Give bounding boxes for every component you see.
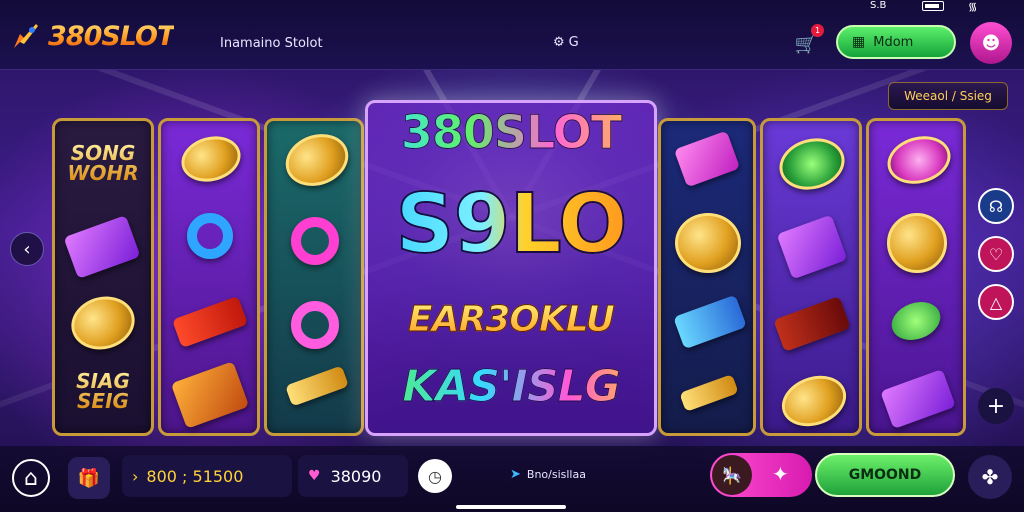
clock-icon: ◷	[428, 466, 442, 486]
featured-banner[interactable]: 380SLOT S9LO EAR3OKLU KAS'ISLG	[365, 100, 657, 436]
site-name: Inamaino Stolot	[220, 36, 323, 51]
home-icon: ⌂	[24, 465, 38, 491]
star-icon: ✦	[772, 462, 789, 486]
balance-value: 800 ; 51500	[146, 466, 244, 486]
symbol-pink-coin	[882, 129, 956, 191]
bottom-message: ➤ Bno/sisllaa	[510, 467, 586, 482]
symbol-pink-ring	[291, 301, 339, 349]
reel-3	[264, 118, 364, 436]
symbol-blue-bar	[673, 294, 747, 350]
alert-button[interactable]: △	[978, 284, 1014, 320]
chevron-right-icon: ›	[132, 466, 139, 486]
battery-icon	[922, 1, 944, 11]
symbol-green-ball	[886, 295, 946, 347]
bet-display[interactable]: ♥ 38090	[298, 455, 408, 497]
add-button[interactable]: +	[978, 388, 1014, 424]
top-bar: 380SLOT Inamaino Stolot ⚙ G S.B ᯾ 🛒 1 ▦ …	[0, 0, 1024, 70]
symbol-blue-ring	[187, 213, 233, 259]
prev-arrow-button[interactable]: ‹	[10, 232, 44, 266]
symbol-gold-bar	[285, 365, 349, 407]
support-button[interactable]: ☊	[978, 188, 1014, 224]
reel-word-bottom: SIAG SEIG	[59, 371, 147, 411]
symbol-coin	[675, 213, 741, 273]
pin-icon: ♥	[308, 468, 321, 484]
favorites-button[interactable]: ♡	[978, 236, 1014, 272]
warning-icon: △	[989, 292, 1003, 312]
promo-banner[interactable]: Weeaol / Ssieg	[888, 82, 1008, 110]
history-button[interactable]: ◷	[418, 459, 452, 493]
home-indicator	[456, 505, 566, 509]
symbol-orange-box	[170, 361, 250, 429]
reel-word-top: SONG WOHR	[59, 143, 147, 183]
plus-icon: +	[986, 393, 1006, 419]
symbol-coin	[774, 367, 854, 435]
symbol-coin	[278, 125, 356, 195]
symbol-coin	[176, 129, 246, 189]
symbol-purple-box	[880, 368, 956, 430]
banner-tagline: KAS'ISLG	[368, 361, 654, 413]
mission-button[interactable]: ▦ Mdom	[836, 25, 956, 59]
bottom-message-text: Bno/sisllaa	[526, 468, 586, 481]
headset-icon: ☊	[988, 196, 1004, 216]
wifi-icon: ᯾	[968, 0, 978, 13]
symbol-purple-box	[63, 215, 141, 279]
gift-icon: 🎁	[77, 467, 101, 489]
mission-label: Mdom	[873, 34, 914, 50]
home-button[interactable]: ⌂	[12, 459, 50, 497]
banner-headline: S9LO	[368, 176, 654, 273]
auto-spin-icon: 🎠	[712, 455, 752, 495]
status-bar-text: S.B	[870, 0, 887, 11]
symbol-coin	[65, 289, 141, 357]
symbol-purple-kite	[776, 214, 848, 280]
settings-icon: ⚙	[553, 35, 565, 50]
reel-1: SONG WOHR SIAG SEIG	[52, 118, 154, 436]
play-icon: ➤	[510, 467, 521, 482]
reel-4	[658, 118, 756, 436]
symbol-red-candy	[171, 295, 249, 349]
balance-display[interactable]: › 800 ; 51500	[122, 455, 292, 497]
heart-icon: ♡	[988, 244, 1004, 264]
spin-button[interactable]: GMOOND	[815, 453, 955, 497]
reel-5	[760, 118, 862, 436]
symbol-red-shoe	[773, 296, 851, 352]
notification-badge: 1	[811, 24, 824, 37]
symbol-green-coin	[773, 131, 851, 197]
app-logo[interactable]: 380SLOT	[10, 20, 175, 52]
chevron-left-icon: ‹	[23, 238, 31, 260]
reel-2	[158, 118, 260, 436]
reel-6	[866, 118, 966, 436]
menu-button[interactable]: ✤	[968, 455, 1012, 499]
logo-text: 380SLOT	[48, 20, 175, 52]
rewards-button[interactable]: 🎁	[68, 457, 110, 499]
center-label: G	[568, 35, 579, 50]
profile-button[interactable]: ☻	[970, 22, 1012, 64]
symbol-pink-ring	[291, 217, 339, 265]
symbol-wheel-coin	[887, 213, 947, 273]
cart-icon: 🛒	[794, 33, 818, 55]
symbol-pink-box	[673, 130, 741, 188]
symbol-gold-bar	[679, 374, 739, 412]
bet-value: 38090	[330, 466, 382, 486]
banner-subtitle: EAR3OKLU	[368, 299, 654, 341]
banner-title: 380SLOT	[368, 105, 654, 160]
profile-icon: ☻	[981, 32, 1001, 54]
center-info[interactable]: ⚙ G	[553, 35, 579, 50]
grid-icon: ▦	[852, 34, 866, 50]
rocket-icon	[14, 24, 38, 48]
menu-grid-icon: ✤	[981, 465, 999, 489]
